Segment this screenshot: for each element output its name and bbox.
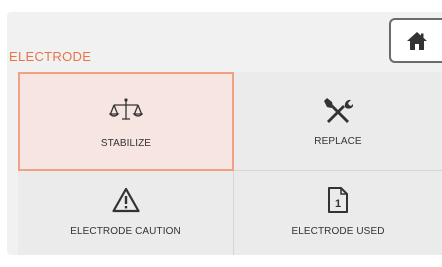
electrode-used-button[interactable]: 1 ELECTRODE USED (234, 171, 442, 255)
electrode-caution-label: ELECTRODE CAUTION (70, 226, 181, 237)
home-button[interactable] (389, 18, 442, 63)
section-title: ELECTRODE (9, 49, 92, 64)
replace-button[interactable]: REPLACE (234, 72, 442, 171)
balance-scale-icon (109, 97, 143, 127)
stabilize-button[interactable]: STABILIZE (18, 72, 234, 171)
home-icon (406, 31, 427, 50)
electrode-used-label: ELECTRODE USED (291, 226, 385, 237)
stabilize-label: STABILIZE (100, 138, 152, 149)
electrode-caution-button[interactable]: ELECTRODE CAUTION (18, 171, 234, 255)
warning-triangle-icon (111, 185, 140, 215)
wrench-screwdriver-icon (323, 95, 353, 125)
electrode-options-grid: STABILIZE REPLACE ELECTRODE CAUTION 1 EL… (18, 72, 442, 255)
document-number-text: 1 (335, 198, 341, 210)
replace-label: REPLACE (314, 136, 362, 147)
document-number-icon: 1 (327, 185, 349, 215)
